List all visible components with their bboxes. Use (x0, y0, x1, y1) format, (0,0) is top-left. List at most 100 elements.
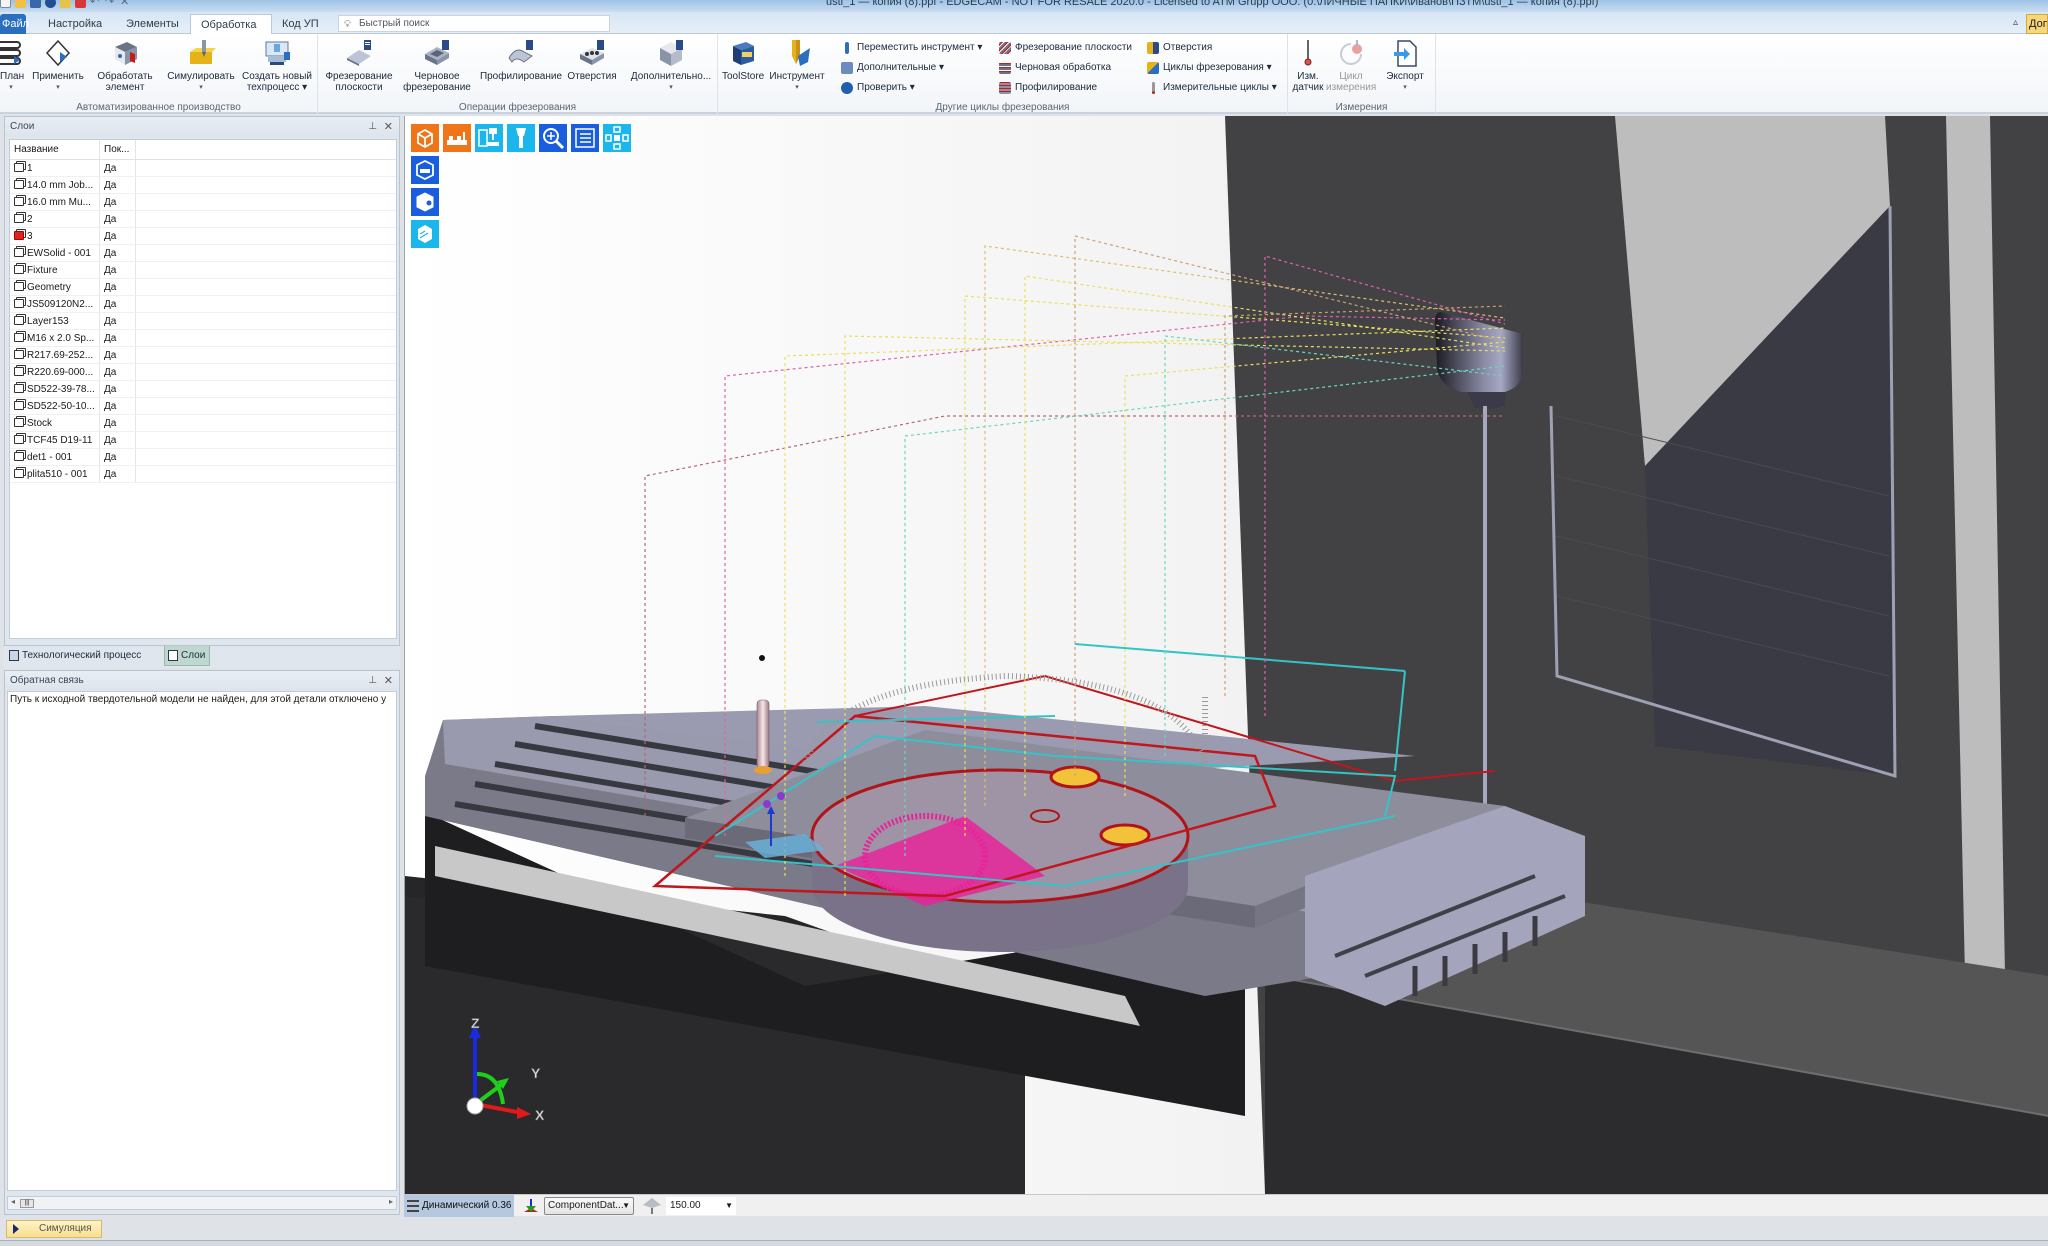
zoom-value-select[interactable]: 150.00 ▼ (666, 1197, 736, 1215)
layer-row[interactable]: plita510 - 001 Да (10, 466, 396, 483)
layer-visible-cell[interactable]: Да (100, 211, 136, 227)
layer-visible-cell[interactable]: Да (100, 313, 136, 329)
layer-visible-cell[interactable]: Да (100, 381, 136, 397)
layer-row[interactable]: R220.69-000... Да (10, 364, 396, 381)
machine-setup-button[interactable] (443, 124, 471, 152)
plan-button[interactable]: План ▾ (0, 36, 24, 93)
layer-row[interactable]: R217.69-252... Да (10, 347, 396, 364)
layer-row[interactable]: TCF45 D19-11 Да (10, 432, 396, 449)
simulation-tab[interactable]: Симуляция (6, 1220, 102, 1238)
lighting-icon[interactable] (642, 1197, 662, 1215)
layer-row[interactable]: Geometry Да (10, 279, 396, 296)
tool-view-button[interactable] (507, 124, 535, 152)
tab-layers[interactable]: Слои (164, 646, 211, 666)
delete-icon[interactable]: ✕ (120, 0, 131, 8)
layer-row[interactable]: 14.0 mm Job... Да (10, 177, 396, 194)
layer-row[interactable]: M16 x 2.0 Sp... Да (10, 330, 396, 347)
simulate-button[interactable]: Симулировать ▾ (166, 36, 236, 93)
measure-cycle-button[interactable]: Цикл измерения (1326, 36, 1376, 93)
layer-row[interactable]: Fixture Да (10, 262, 396, 279)
layer-visible-cell[interactable]: Да (100, 398, 136, 414)
create-new-process-button[interactable]: Создать новый техпроцесс ▾ (240, 36, 314, 93)
help-button[interactable]: Доп (2026, 14, 2048, 34)
face-milling-cycle-button[interactable]: Фрезерование плоскости (998, 39, 1132, 56)
layer-visible-cell[interactable]: Да (100, 296, 136, 312)
scroll-right-icon[interactable]: ▸ (389, 1197, 393, 1206)
layer-row[interactable]: JS509120N2... Да (10, 296, 396, 313)
machine-view-button[interactable] (475, 124, 503, 152)
layer-visible-cell[interactable]: Да (100, 279, 136, 295)
layer-visible-cell[interactable]: Да (100, 466, 136, 482)
machine-scene[interactable]: Z Y X (405, 116, 2048, 1194)
layer-visible-cell[interactable]: Да (100, 262, 136, 278)
column-header-name[interactable]: Название (10, 140, 100, 159)
verify-button[interactable]: Проверить ▾ (840, 79, 915, 96)
list-view-button[interactable] (571, 124, 599, 152)
layer-visible-cell[interactable]: Да (100, 194, 136, 210)
undo-icon[interactable]: ↶ (90, 0, 101, 8)
tool-button[interactable]: Инструмент ▾ (768, 36, 826, 93)
layer-row[interactable]: SD522-50-10... Да (10, 398, 396, 415)
column-header-visible[interactable]: Пок... (100, 140, 136, 159)
move-tool-button[interactable]: Переместить инструмент ▾ (840, 39, 982, 56)
collapse-ribbon-icon[interactable]: ▵ (2013, 17, 2018, 28)
layer-row[interactable]: EWSolid - 001 Да (10, 245, 396, 262)
tab-machining[interactable]: Обработка (190, 14, 272, 34)
additional-cycles-button[interactable]: Дополнительные ▾ (840, 59, 944, 76)
info-icon[interactable] (45, 0, 56, 8)
close-icon[interactable]: ✕ (384, 671, 393, 691)
layer-row[interactable]: det1 - 001 Да (10, 449, 396, 466)
layer-visible-cell[interactable]: Да (100, 228, 136, 244)
probe-sensor-button[interactable]: Изм. датчик (1290, 36, 1326, 93)
wand-icon[interactable] (60, 0, 71, 8)
pan-button[interactable] (603, 124, 631, 152)
layer-row[interactable]: 2 Да (10, 211, 396, 228)
quick-search-input[interactable]: 💡︎ Быстрый поиск (338, 15, 610, 32)
scroll-thumb[interactable]: ||| (20, 1199, 34, 1208)
shaded-view-button[interactable] (411, 156, 439, 184)
layer-visible-cell[interactable]: Да (100, 432, 136, 448)
roughing-button[interactable]: Черновое фрезерование (400, 36, 474, 93)
tab-file[interactable]: Файл (0, 14, 29, 34)
open-folder-icon[interactable] (15, 0, 26, 8)
hidden-line-view-button[interactable] (411, 188, 439, 216)
pin-icon[interactable]: ⊥ (368, 117, 377, 137)
render-mode-indicator[interactable]: Динамический 0.36 (404, 1195, 514, 1217)
3d-viewport[interactable]: Z Y X (404, 116, 2048, 1194)
stock-view-button[interactable] (411, 220, 439, 248)
layer-visible-cell[interactable]: Да (100, 347, 136, 363)
tab-nc-code[interactable]: Код УП (272, 14, 329, 34)
layer-row[interactable]: 3 Да (10, 228, 396, 245)
layer-visible-cell[interactable]: Да (100, 160, 136, 176)
tab-settings[interactable]: Настройка (38, 14, 112, 34)
tab-process[interactable]: Технологический процесс (6, 646, 145, 666)
coordinate-system-icon[interactable] (522, 1198, 540, 1214)
redo-icon[interactable]: ↷ (105, 0, 116, 8)
horizontal-scrollbar[interactable]: ◂ ||| ▸ (7, 1196, 397, 1210)
export-button[interactable]: Экспорт ▾ (1380, 36, 1430, 93)
layer-visible-cell[interactable]: Да (100, 177, 136, 193)
pin-icon[interactable]: ⊥ (368, 671, 377, 691)
tab-elements[interactable]: Элементы (116, 14, 189, 34)
apply-button[interactable]: Применить ▾ (30, 36, 86, 93)
measuring-cycles-button[interactable]: Измерительные циклы ▾ (1146, 79, 1277, 96)
rough-machining-button[interactable]: Черновая обработка (998, 59, 1111, 76)
holes-cycle-button[interactable]: Отверстия (1146, 39, 1212, 56)
new-file-icon[interactable] (0, 0, 11, 8)
milling-cycles-button[interactable]: Циклы фрезерования ▾ (1146, 59, 1272, 76)
face-milling-button[interactable]: Фрезерование плоскости (318, 36, 400, 93)
toolstore-button[interactable]: ToolStore (722, 36, 764, 82)
zoom-button[interactable] (539, 124, 567, 152)
layer-visible-cell[interactable]: Да (100, 364, 136, 380)
layer-row[interactable]: Layer153 Да (10, 313, 396, 330)
layer-visible-cell[interactable]: Да (100, 415, 136, 431)
profiling-button[interactable]: Профилирование (474, 36, 568, 82)
holes-button[interactable]: Отверстия (564, 36, 620, 82)
layer-row[interactable]: Stock Да (10, 415, 396, 432)
mail-icon[interactable] (75, 0, 86, 8)
layer-row[interactable]: 16.0 mm Mu... Да (10, 194, 396, 211)
additional-ops-button[interactable]: Дополнительно... ▾ (624, 36, 718, 93)
layer-row[interactable]: SD522-39-78... Да (10, 381, 396, 398)
layer-visible-cell[interactable]: Да (100, 245, 136, 261)
component-datum-select[interactable]: ComponentDat... ▼ (544, 1197, 634, 1215)
